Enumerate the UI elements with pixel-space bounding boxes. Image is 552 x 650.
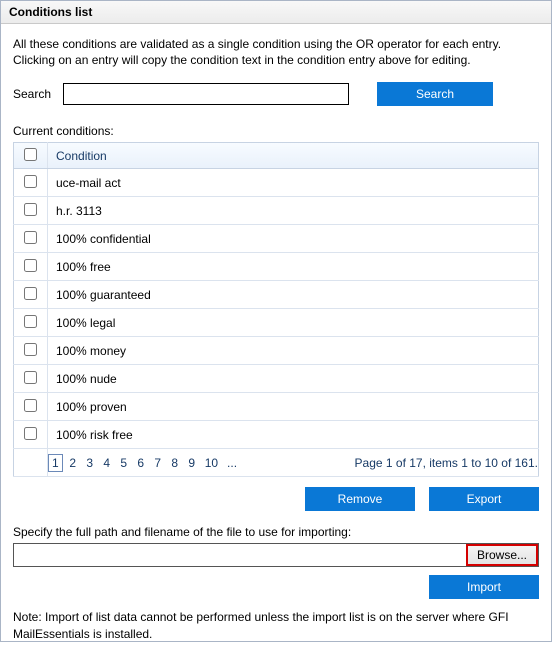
- import-row: Browse...: [13, 543, 539, 567]
- row-condition-text: 100% confidential: [48, 225, 539, 253]
- remove-button[interactable]: Remove: [305, 487, 415, 511]
- row-checkbox[interactable]: [24, 315, 37, 328]
- import-label: Specify the full path and filename of th…: [13, 525, 539, 539]
- page-number[interactable]: 1: [48, 454, 63, 472]
- export-button[interactable]: Export: [429, 487, 539, 511]
- header-checkbox-cell: [14, 143, 48, 169]
- help-line2: Clicking on an entry will copy the condi…: [13, 53, 471, 67]
- row-checkbox[interactable]: [24, 399, 37, 412]
- row-checkbox-cell: [14, 337, 48, 365]
- row-checkbox-cell: [14, 309, 48, 337]
- table-row[interactable]: 100% proven: [14, 393, 539, 421]
- page-number[interactable]: 10: [202, 455, 221, 471]
- row-checkbox-cell: [14, 421, 48, 449]
- page-number[interactable]: 7: [151, 455, 165, 471]
- row-checkbox[interactable]: [24, 175, 37, 188]
- page-number[interactable]: 3: [83, 455, 97, 471]
- row-checkbox-cell: [14, 393, 48, 421]
- header-condition: Condition: [48, 143, 539, 169]
- pager-status: Page 1 of 17, items 1 to 10 of 161.: [355, 456, 538, 470]
- row-checkbox[interactable]: [24, 259, 37, 272]
- table-row[interactable]: 100% legal: [14, 309, 539, 337]
- row-condition-text: 100% proven: [48, 393, 539, 421]
- row-condition-text: 100% legal: [48, 309, 539, 337]
- search-row: Search Search: [13, 82, 539, 106]
- table-row[interactable]: 100% nude: [14, 365, 539, 393]
- note-text: Note: Import of list data cannot be perf…: [13, 609, 539, 641]
- row-checkbox[interactable]: [24, 343, 37, 356]
- search-button[interactable]: Search: [377, 82, 493, 106]
- table-row[interactable]: 100% free: [14, 253, 539, 281]
- table-row[interactable]: 100% money: [14, 337, 539, 365]
- table-row[interactable]: h.r. 3113: [14, 197, 539, 225]
- conditions-label: Current conditions:: [13, 124, 539, 138]
- conditions-table: Condition uce-mail acth.r. 3113100% conf…: [13, 142, 539, 477]
- help-text: All these conditions are validated as a …: [13, 36, 539, 68]
- page-number[interactable]: 4: [100, 455, 114, 471]
- table-row[interactable]: 100% confidential: [14, 225, 539, 253]
- import-button[interactable]: Import: [429, 575, 539, 599]
- row-condition-text: 100% risk free: [48, 421, 539, 449]
- table-row[interactable]: uce-mail act: [14, 169, 539, 197]
- row-checkbox[interactable]: [24, 427, 37, 440]
- page-number[interactable]: 8: [168, 455, 182, 471]
- row-checkbox[interactable]: [24, 231, 37, 244]
- search-label: Search: [13, 87, 55, 101]
- page-number[interactable]: 2: [66, 455, 80, 471]
- row-checkbox-cell: [14, 197, 48, 225]
- row-condition-text: 100% nude: [48, 365, 539, 393]
- row-condition-text: uce-mail act: [48, 169, 539, 197]
- row-checkbox-cell: [14, 225, 48, 253]
- row-checkbox[interactable]: [24, 287, 37, 300]
- row-checkbox-cell: [14, 169, 48, 197]
- search-input[interactable]: [63, 83, 349, 105]
- import-path-input[interactable]: [14, 544, 466, 566]
- table-actions: Remove Export: [13, 487, 539, 511]
- row-condition-text: 100% free: [48, 253, 539, 281]
- window-title: Conditions list: [1, 1, 551, 24]
- row-condition-text: h.r. 3113: [48, 197, 539, 225]
- page-number[interactable]: ...: [224, 455, 240, 471]
- pager-pages: 12345678910...: [48, 454, 240, 472]
- row-checkbox-cell: [14, 281, 48, 309]
- row-condition-text: 100% guaranteed: [48, 281, 539, 309]
- row-checkbox[interactable]: [24, 203, 37, 216]
- browse-button[interactable]: Browse...: [466, 544, 538, 566]
- table-row[interactable]: 100% risk free: [14, 421, 539, 449]
- row-checkbox-cell: [14, 253, 48, 281]
- help-line1: All these conditions are validated as a …: [13, 37, 501, 51]
- table-row[interactable]: 100% guaranteed: [14, 281, 539, 309]
- pager-gutter: [14, 449, 48, 477]
- row-condition-text: 100% money: [48, 337, 539, 365]
- page-number[interactable]: 9: [185, 455, 199, 471]
- page-number[interactable]: 6: [134, 455, 148, 471]
- page-number[interactable]: 5: [117, 455, 131, 471]
- select-all-checkbox[interactable]: [24, 148, 37, 161]
- row-checkbox[interactable]: [24, 371, 37, 384]
- row-checkbox-cell: [14, 365, 48, 393]
